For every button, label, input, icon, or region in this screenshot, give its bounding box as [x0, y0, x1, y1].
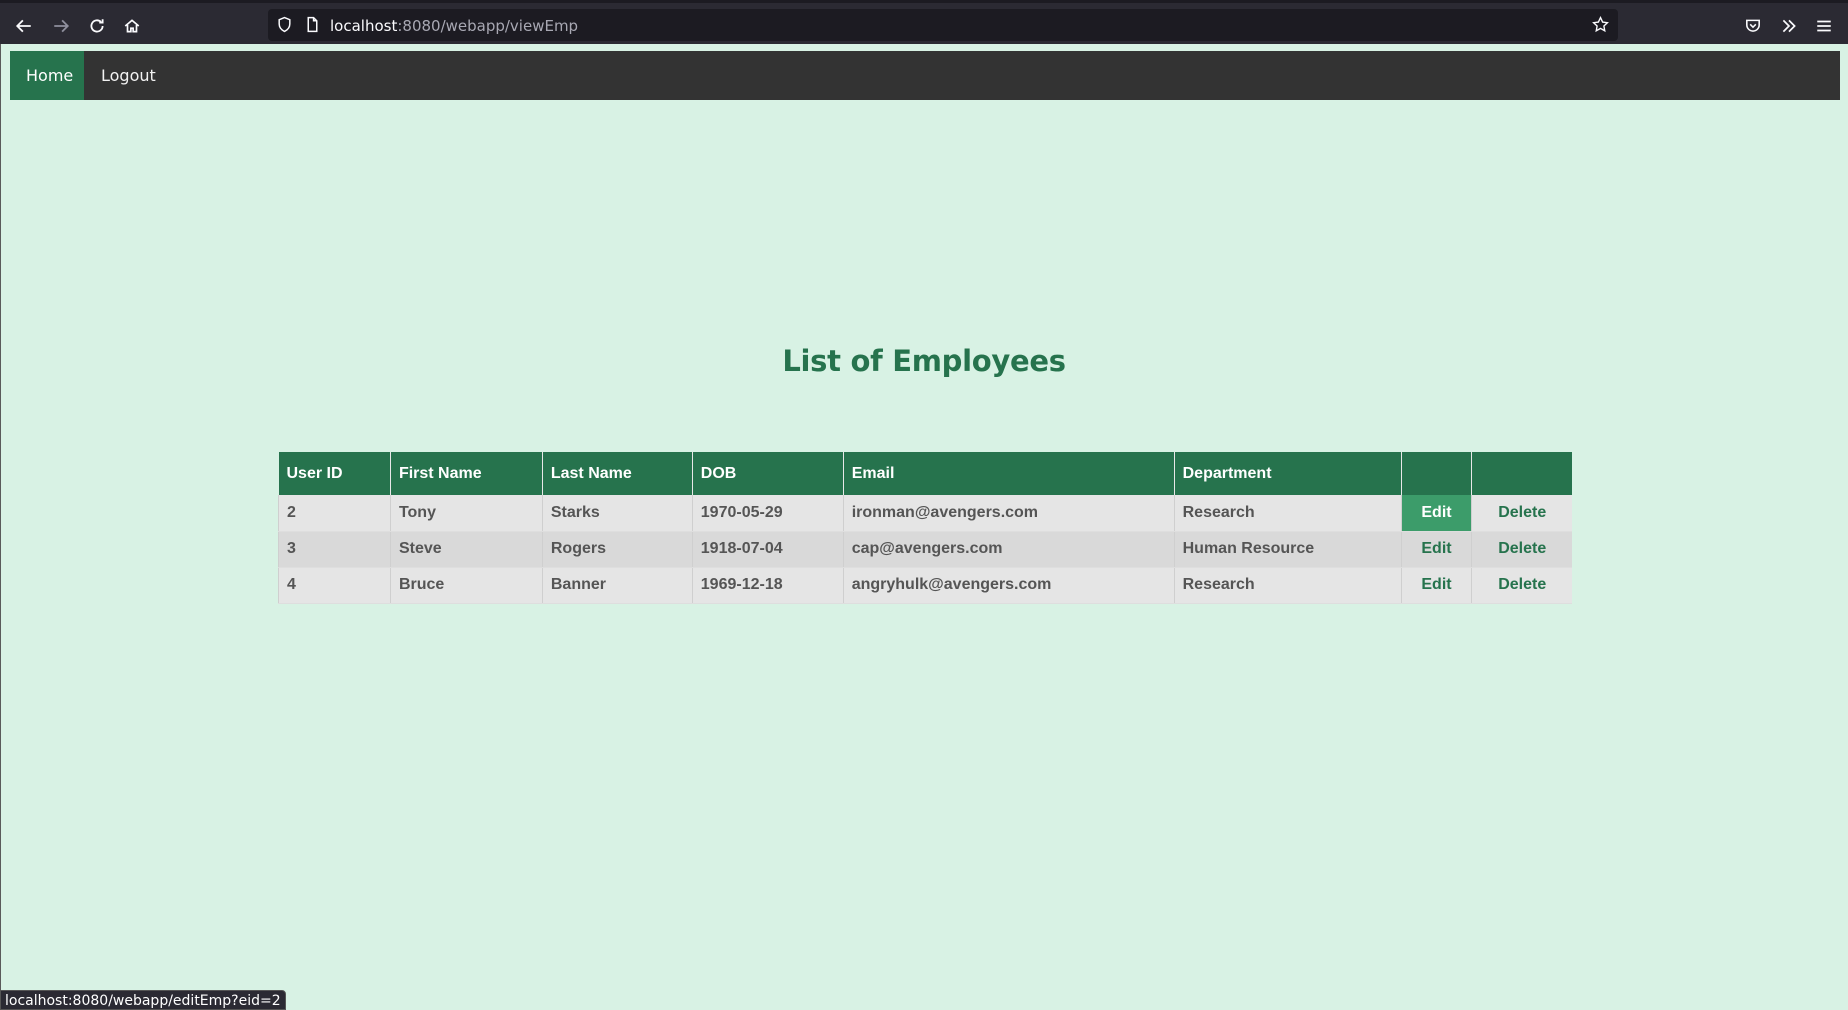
- header-last-name: Last Name: [541, 452, 693, 495]
- table-row: 4 Bruce Banner 1969-12-18 angryhulk@aven…: [278, 567, 1572, 604]
- header-first-name: First Name: [389, 452, 543, 495]
- header-department: Department: [1173, 452, 1401, 495]
- pocket-icon[interactable]: [1739, 12, 1767, 40]
- cell-email: angryhulk@avengers.com: [842, 567, 1175, 604]
- cell-last-name: Banner: [541, 567, 693, 604]
- nav-home-link[interactable]: Home: [10, 51, 84, 100]
- bookmark-star-icon[interactable]: [1592, 15, 1609, 38]
- hamburger-menu-icon[interactable]: [1810, 12, 1838, 40]
- cell-email: cap@avengers.com: [842, 531, 1175, 568]
- cell-user-id: 3: [278, 531, 391, 568]
- url-text[interactable]: localhost:8080/webapp/viewEmp: [330, 17, 578, 35]
- extensions-overflow-icon[interactable]: [1775, 12, 1803, 40]
- address-bar[interactable]: localhost:8080/webapp/viewEmp: [268, 9, 1618, 41]
- edit-link[interactable]: Edit: [1400, 567, 1472, 604]
- delete-link[interactable]: Delete: [1471, 495, 1572, 532]
- cell-user-id: 2: [278, 495, 391, 532]
- cell-user-id: 4: [278, 567, 391, 604]
- cell-last-name: Rogers: [541, 531, 693, 568]
- header-edit: [1400, 452, 1472, 495]
- edit-link[interactable]: Edit: [1400, 495, 1472, 532]
- back-arrow-icon[interactable]: [10, 12, 38, 40]
- page-icon: [304, 16, 321, 38]
- header-user-id: User ID: [278, 452, 391, 495]
- reload-icon[interactable]: [83, 12, 111, 40]
- cell-department: Research: [1173, 567, 1401, 604]
- cell-first-name: Bruce: [389, 567, 543, 604]
- home-icon[interactable]: [118, 12, 146, 40]
- delete-link[interactable]: Delete: [1471, 531, 1572, 568]
- table-row: 2 Tony Starks 1970-05-29 ironman@avenger…: [278, 495, 1572, 532]
- header-dob: DOB: [691, 452, 844, 495]
- header-delete: [1471, 452, 1572, 495]
- top-navigation: Home Logout: [10, 51, 1840, 100]
- browser-toolbar: localhost:8080/webapp/viewEmp: [0, 0, 1848, 44]
- cell-email: ironman@avengers.com: [842, 495, 1175, 532]
- page-title: List of Employees: [782, 344, 1066, 378]
- cell-first-name: Tony: [389, 495, 543, 532]
- cell-dob: 1918-07-04: [691, 531, 844, 568]
- shield-icon[interactable]: [276, 16, 293, 38]
- cell-department: Human Resource: [1173, 531, 1401, 568]
- cell-dob: 1970-05-29: [691, 495, 844, 532]
- header-email: Email: [842, 452, 1175, 495]
- cell-last-name: Starks: [541, 495, 693, 532]
- forward-arrow-icon[interactable]: [47, 12, 75, 40]
- cell-first-name: Steve: [389, 531, 543, 568]
- edit-link[interactable]: Edit: [1400, 531, 1472, 568]
- table-row: 3 Steve Rogers 1918-07-04 cap@avengers.c…: [278, 531, 1572, 568]
- link-status-bar: localhost:8080/webapp/editEmp?eid=2: [0, 990, 286, 1010]
- delete-link[interactable]: Delete: [1471, 567, 1572, 604]
- employee-table: User ID First Name Last Name DOB Email D…: [278, 452, 1572, 604]
- nav-logout-link[interactable]: Logout: [84, 51, 173, 100]
- table-header-row: User ID First Name Last Name DOB Email D…: [278, 452, 1572, 495]
- cell-department: Research: [1173, 495, 1401, 532]
- cell-dob: 1969-12-18: [691, 567, 844, 604]
